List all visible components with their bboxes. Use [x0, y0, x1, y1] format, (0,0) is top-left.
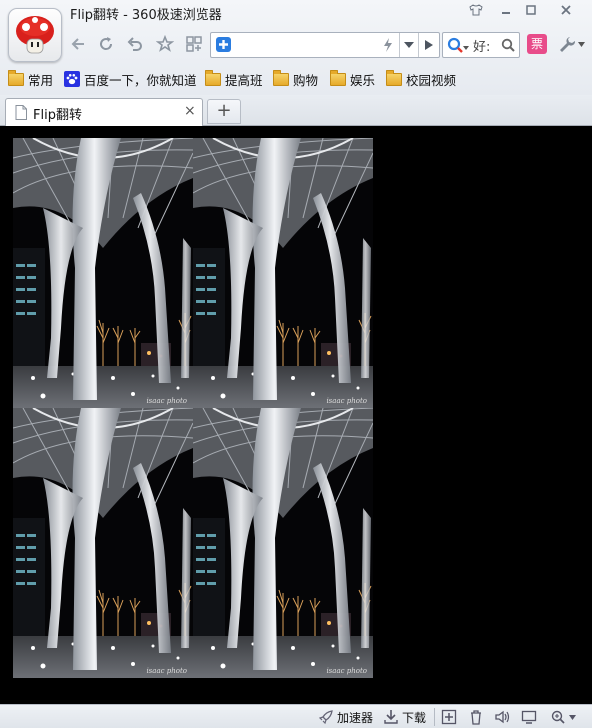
bookmark-label: 常用 [28, 72, 54, 88]
photo-caption: isaac photo [146, 397, 187, 405]
folder-icon [386, 69, 402, 86]
bookmark-label: 提高班 [225, 72, 263, 88]
page-content: isaac photo isaac photo isaac photo isaa… [0, 126, 592, 704]
download-button[interactable]: 下载 [383, 709, 426, 725]
tab-label: Flip翻转 [33, 108, 82, 123]
bookmark-item-0[interactable]: 常用 [8, 69, 54, 88]
minimize-icon [502, 12, 510, 14]
chevron-down-icon [569, 714, 576, 720]
mushroom-logo-icon [16, 16, 54, 54]
folder-icon [205, 69, 221, 86]
star-icon [156, 35, 174, 52]
bookmark-label: 校园视频 [406, 72, 457, 88]
speaker-icon [495, 710, 510, 724]
photo-caption: isaac photo [326, 397, 367, 405]
bookmark-label: 百度一下，你就知道 [84, 72, 197, 88]
rocket-icon [318, 710, 333, 725]
bookmark-item-5[interactable]: 校园视频 [386, 69, 457, 88]
accelerator-label: 加速器 [337, 710, 374, 725]
search-engine-icon [447, 37, 463, 53]
shirt-icon [469, 4, 483, 16]
maximize-icon [526, 5, 536, 15]
folder-icon [8, 69, 24, 86]
bookmark-label: 娱乐 [350, 72, 376, 88]
go-button[interactable] [420, 35, 438, 55]
image-tile-1[interactable]: isaac photo [193, 138, 373, 408]
tools-menu-button[interactable] [558, 34, 586, 54]
apps-grid-icon [186, 36, 202, 52]
wrench-icon [560, 37, 576, 52]
search-box[interactable] [442, 32, 520, 58]
chevron-down-icon [404, 42, 414, 48]
bookmark-item-2[interactable]: 提高班 [205, 69, 263, 88]
folder-icon [330, 69, 346, 86]
history-dropdown-button[interactable] [401, 35, 417, 55]
search-button[interactable] [499, 36, 517, 54]
refresh-icon [100, 37, 113, 50]
ticket-button[interactable]: 票 [527, 34, 547, 54]
download-label: 下载 [402, 710, 427, 725]
engine-dropdown-icon [463, 46, 469, 50]
skin-button[interactable] [466, 2, 486, 18]
image-tile-0[interactable]: isaac photo [13, 138, 193, 408]
status-divider [434, 708, 435, 726]
add-button[interactable] [441, 709, 457, 725]
monitor-icon [521, 710, 537, 724]
browser-chrome: Flip翻转 - 360极速浏览器 好: 票 常用 百度一下，你就知道 提高班 … [0, 0, 592, 96]
page-icon [15, 105, 27, 120]
zoom-button[interactable] [550, 709, 576, 725]
undo-close-button[interactable] [125, 34, 145, 54]
bookmark-item-3[interactable]: 购物 [273, 69, 319, 88]
arrow-left-icon [71, 38, 84, 50]
new-tab-button[interactable]: + [207, 99, 241, 124]
favorite-button[interactable] [155, 34, 175, 54]
clear-button[interactable] [468, 709, 484, 725]
add-box-icon [441, 709, 457, 725]
pavilion-photo [13, 138, 193, 408]
search-icon [501, 38, 515, 52]
close-window-button[interactable] [556, 2, 576, 18]
back-button[interactable] [68, 34, 88, 54]
tab-flip[interactable]: Flip翻转 × [5, 98, 203, 126]
bookmark-label: 购物 [293, 72, 319, 88]
tab-strip: Flip翻转 × + [0, 95, 592, 126]
apps-button[interactable] [184, 34, 204, 54]
image-tile-3[interactable]: isaac photo [193, 408, 373, 678]
window-title: Flip翻转 - 360极速浏览器 [70, 8, 222, 23]
accelerator-button[interactable]: 加速器 [318, 709, 373, 725]
address-divider [399, 33, 400, 57]
photo-caption: isaac photo [326, 667, 367, 675]
close-icon [561, 5, 571, 15]
bookmark-item-1[interactable]: 百度一下，你就知道 [64, 70, 197, 88]
address-bar[interactable] [210, 32, 440, 58]
status-bar: 加速器 下载 [0, 704, 592, 728]
play-arrow-icon [425, 40, 433, 50]
speed-mode-button[interactable] [379, 35, 397, 55]
pavilion-photo [13, 408, 193, 678]
security-shield-icon [216, 37, 231, 52]
bookmark-item-4[interactable]: 娱乐 [330, 69, 376, 88]
refresh-button[interactable] [96, 34, 116, 54]
pavilion-photo [193, 408, 373, 678]
zoom-icon [551, 710, 565, 724]
download-icon [384, 710, 398, 724]
address-divider-2 [418, 33, 419, 57]
browser-window: Flip翻转 - 360极速浏览器 好: 票 常用 百度一下，你就知道 提高班 … [0, 0, 592, 728]
chevron-down-icon [578, 41, 585, 47]
window-mode-button[interactable] [521, 709, 537, 725]
maximize-button[interactable] [521, 2, 541, 18]
folder-icon [273, 69, 289, 86]
tab-close-button[interactable]: × [184, 103, 196, 119]
lightning-icon [384, 38, 392, 52]
photo-caption: isaac photo [146, 667, 187, 675]
trash-icon [471, 710, 481, 725]
minimize-button[interactable] [496, 2, 516, 18]
image-tile-2[interactable]: isaac photo [13, 408, 193, 678]
browser-logo[interactable] [8, 8, 62, 62]
baidu-paw-icon [64, 71, 80, 87]
volume-button[interactable] [494, 709, 510, 725]
pavilion-photo [193, 138, 373, 408]
undo-icon [127, 37, 142, 51]
address-input[interactable] [235, 35, 384, 55]
